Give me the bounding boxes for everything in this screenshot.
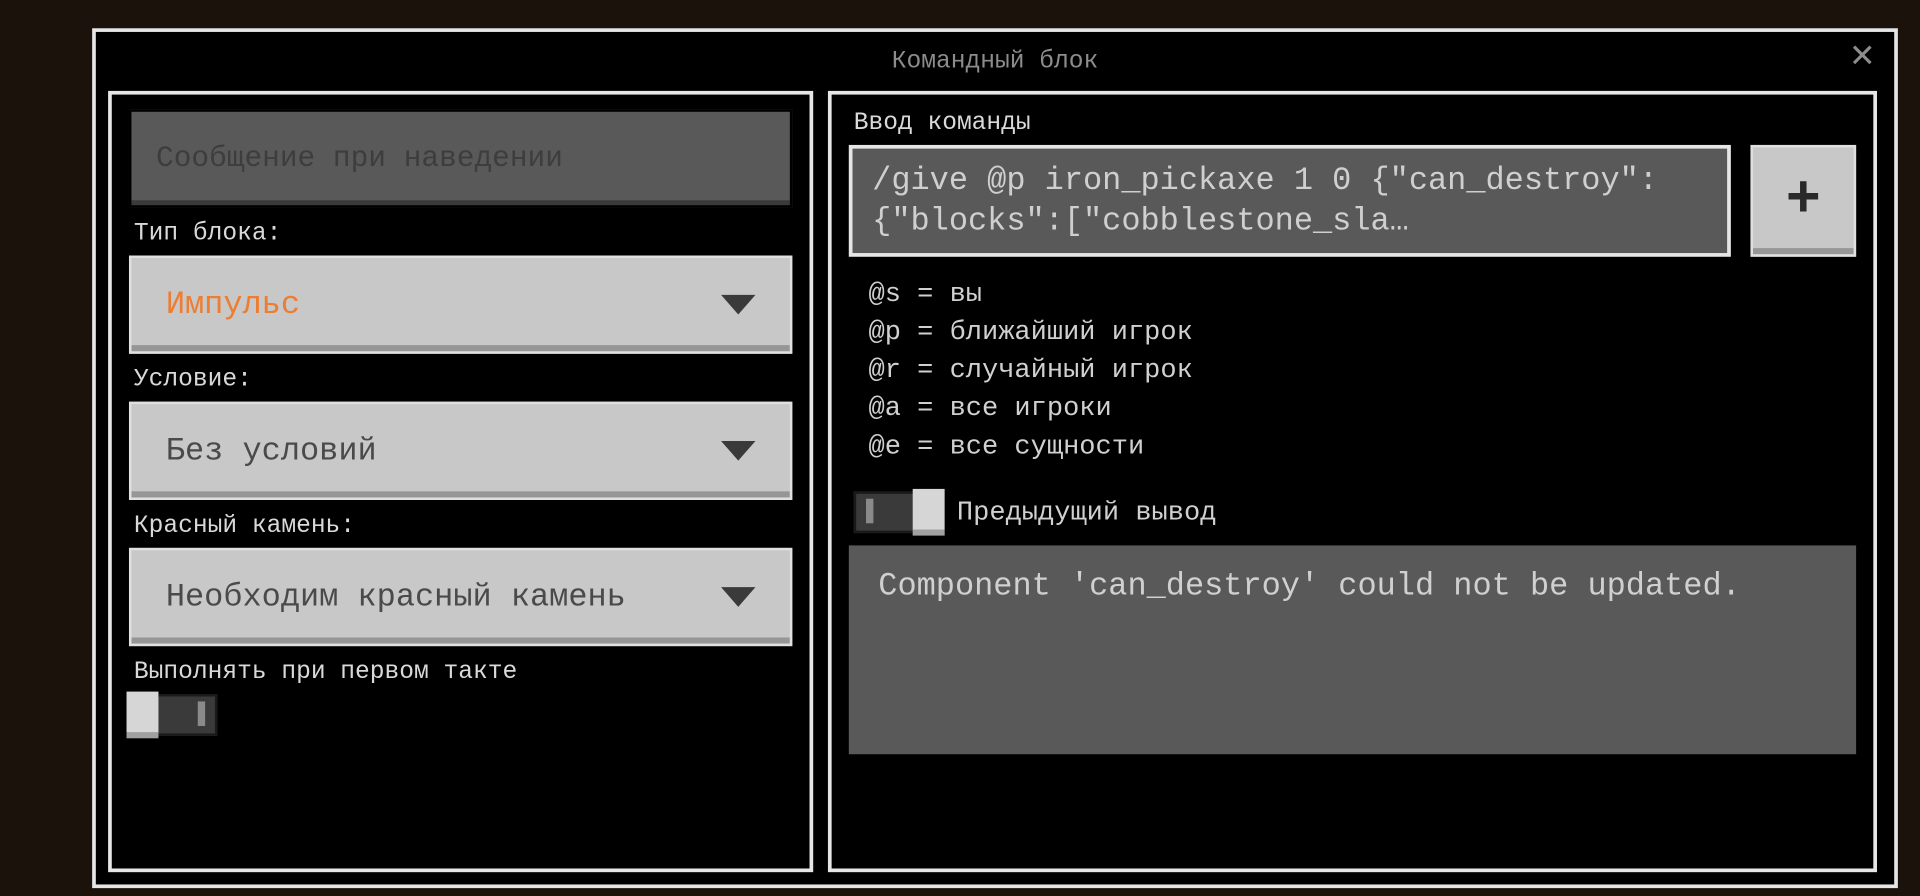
block-type-dropdown[interactable]: Импульс <box>129 256 792 354</box>
hint-line: @e = все сущности <box>868 431 1856 462</box>
hint-line: @s = вы <box>868 279 1856 310</box>
command-panel: Ввод команды /give @p iron_pickaxe 1 0 {… <box>828 91 1877 872</box>
plus-icon: + <box>1786 168 1821 234</box>
toggle-knob <box>127 692 159 739</box>
output-text: Component 'can_destroy' could not be upd… <box>878 568 1740 605</box>
condition-label: Условие: <box>134 366 792 394</box>
close-icon[interactable]: ✕ <box>1845 42 1879 76</box>
previous-output-box: Component 'can_destroy' could not be upd… <box>849 545 1856 754</box>
hover-text-input[interactable]: Сообщение при наведении <box>129 109 792 207</box>
hint-line: @r = случайный игрок <box>868 355 1856 386</box>
settings-panel: Сообщение при наведении Тип блока: Импул… <box>108 91 813 872</box>
window-title: Командный блок <box>892 47 1098 75</box>
first-tick-toggle[interactable] <box>129 694 217 736</box>
add-button[interactable]: + <box>1750 145 1856 257</box>
hint-line: @p = ближайший игрок <box>868 317 1856 348</box>
toggle-indicator <box>198 701 205 726</box>
block-type-value: Импульс <box>166 286 300 323</box>
titlebar: Командный блок ✕ <box>96 32 1894 91</box>
hint-line: @a = все игроки <box>868 393 1856 424</box>
command-block-window: Командный блок ✕ Сообщение при наведении… <box>92 28 1898 888</box>
chevron-down-icon <box>721 441 755 461</box>
command-text: /give @p iron_pickaxe 1 0 {"can_destroy"… <box>872 161 1707 241</box>
previous-output-toggle[interactable] <box>854 491 942 533</box>
command-input-label: Ввод команды <box>854 109 1856 137</box>
selector-hints: @s = вы @p = ближайший игрок @r = случай… <box>868 279 1856 462</box>
block-type-label: Тип блока: <box>134 220 792 248</box>
first-tick-label: Выполнять при первом такте <box>134 658 792 686</box>
condition-value: Без условий <box>166 432 377 469</box>
previous-output-label: Предыдущий вывод <box>957 497 1216 528</box>
condition-dropdown[interactable]: Без условий <box>129 402 792 500</box>
redstone-label: Красный камень: <box>134 512 792 540</box>
chevron-down-icon <box>721 587 755 607</box>
toggle-knob <box>913 489 945 536</box>
toggle-indicator <box>866 499 873 524</box>
command-input[interactable]: /give @p iron_pickaxe 1 0 {"can_destroy"… <box>849 145 1731 257</box>
chevron-down-icon <box>721 295 755 315</box>
hover-text-placeholder: Сообщение при наведении <box>156 142 563 175</box>
redstone-value: Необходим красный камень <box>166 579 626 616</box>
redstone-dropdown[interactable]: Необходим красный камень <box>129 548 792 646</box>
